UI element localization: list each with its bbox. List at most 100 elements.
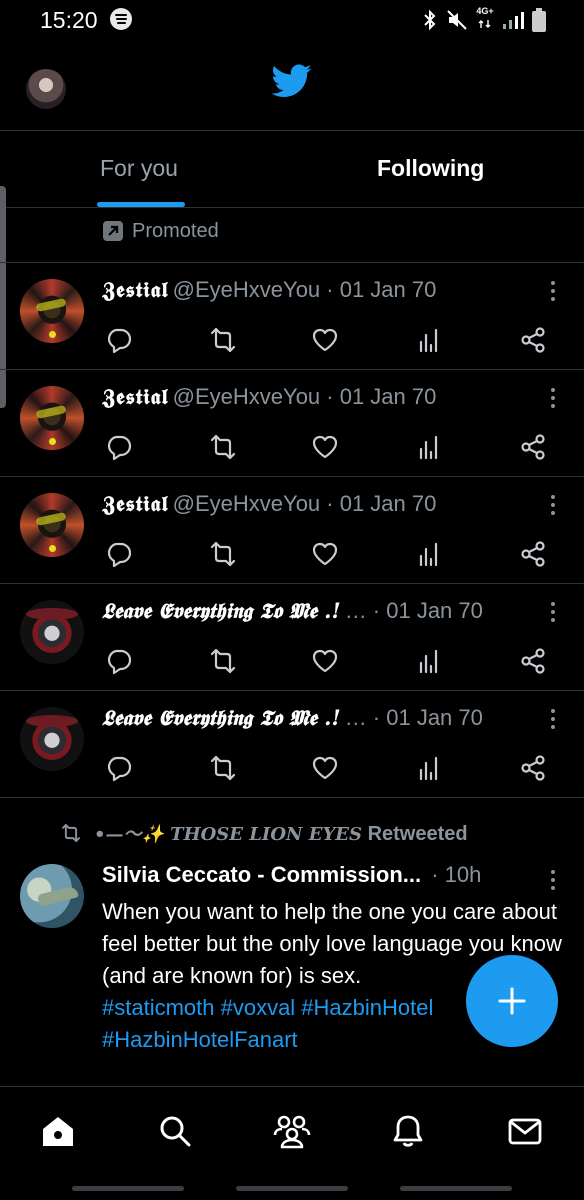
status-bar: 15:20 4G+ (0, 0, 584, 40)
network-type: 4G+ (476, 5, 494, 16)
tweet-avatar[interactable] (20, 279, 84, 343)
tweet-header: 𝕷𝖊𝖆𝖛𝖊 𝕰𝖛𝖊𝖗𝖞𝖙𝖍𝖎𝖓𝖌 𝕿𝖔 𝕸𝖊 .!… · 01 Jan 70 (102, 705, 536, 735)
more-options-icon[interactable] (550, 281, 556, 305)
reply-icon[interactable] (104, 753, 134, 783)
share-icon[interactable] (518, 646, 548, 676)
signal-icon (503, 12, 524, 29)
tweet-author-name[interactable]: 𝖅𝖊𝖘𝖙𝖎𝖆𝖑 (102, 491, 169, 516)
more-options-icon[interactable] (550, 388, 556, 412)
views-icon[interactable] (415, 325, 445, 355)
profile-avatar[interactable] (26, 69, 66, 109)
reply-icon[interactable] (104, 646, 134, 676)
data-arrows-icon (478, 19, 491, 28)
tab-following[interactable]: Following (377, 155, 484, 182)
like-icon[interactable] (310, 646, 340, 676)
network-indicator: 4G+ (476, 5, 494, 34)
retweet-icon[interactable] (206, 539, 240, 569)
views-icon[interactable] (415, 432, 445, 462)
more-options-icon[interactable] (550, 870, 556, 894)
tweet-item[interactable]: 𝖅𝖊𝖘𝖙𝖎𝖆𝖑 @EyeHxveYou · 01 Jan 70 (0, 476, 584, 583)
tweet-meta: @EyeHxveYou · 01 Jan 70 (172, 277, 437, 302)
tweet-author-name[interactable]: 𝕷𝖊𝖆𝖛𝖊 𝕰𝖛𝖊𝖗𝖞𝖙𝖍𝖎𝖓𝖌 𝕿𝖔 𝕸𝖊 .! (102, 705, 341, 730)
tweet-header: 𝕷𝖊𝖆𝖛𝖊 𝕰𝖛𝖊𝖗𝖞𝖙𝖍𝖎𝖓𝖌 𝕿𝖔 𝕸𝖊 .!… · 01 Jan 70 (102, 598, 536, 628)
mute-icon (447, 10, 467, 30)
compose-plus-icon (498, 987, 526, 1015)
tweet-meta: @EyeHxveYou · 01 Jan 70 (172, 384, 437, 409)
tweet-avatar[interactable] (20, 386, 84, 450)
retweet-icon[interactable] (206, 432, 240, 462)
tweet-avatar[interactable] (20, 864, 84, 928)
tweet-item[interactable]: 𝖅𝖊𝖘𝖙𝖎𝖆𝖑 @EyeHxveYou · 01 Jan 70 (0, 262, 584, 369)
like-icon[interactable] (310, 432, 340, 462)
status-time: 15:20 (40, 7, 98, 33)
tweet-meta: @EyeHxveYou · 01 Jan 70 (172, 491, 437, 516)
tweet-item[interactable]: 𝖅𝖊𝖘𝖙𝖎𝖆𝖑 @EyeHxveYou · 01 Jan 70 (0, 369, 584, 476)
tweet-item[interactable]: 𝕷𝖊𝖆𝖛𝖊 𝕰𝖛𝖊𝖗𝖞𝖙𝖍𝖎𝖓𝖌 𝕿𝖔 𝕸𝖊 .!… · 01 Jan 70 (0, 690, 584, 797)
tweet-actions (102, 432, 552, 462)
bluetooth-icon (424, 9, 436, 31)
tweet-header: Silvia Ceccato - Commission... · 10h (102, 862, 536, 892)
tweet-meta: … · 01 Jan 70 (344, 705, 483, 730)
status-icons: 4G+ (422, 5, 546, 34)
views-icon[interactable] (415, 646, 445, 676)
system-nav (0, 1174, 584, 1200)
views-icon[interactable] (415, 539, 445, 569)
tweet-header: 𝖅𝖊𝖘𝖙𝖎𝖆𝖑 @EyeHxveYou · 01 Jan 70 (102, 384, 536, 414)
messages-icon[interactable] (507, 1113, 543, 1149)
more-options-icon[interactable] (550, 602, 556, 626)
app-header (0, 40, 584, 130)
tweet-item[interactable]: 𝕷𝖊𝖆𝖛𝖊 𝕰𝖛𝖊𝖗𝖞𝖙𝖍𝖎𝖓𝖌 𝕿𝖔 𝕸𝖊 .!… · 01 Jan 70 (0, 583, 584, 690)
tweet-author-name[interactable]: 𝕷𝖊𝖆𝖛𝖊 𝕰𝖛𝖊𝖗𝖞𝖙𝖍𝖎𝖓𝖌 𝕿𝖔 𝕸𝖊 .! (102, 598, 341, 623)
timeline-tabs: For you Following (0, 130, 584, 208)
tweet-header: 𝖅𝖊𝖘𝖙𝖎𝖆𝖑 @EyeHxveYou · 01 Jan 70 (102, 491, 536, 521)
tweet-header: 𝖅𝖊𝖘𝖙𝖎𝖆𝖑 @EyeHxveYou · 01 Jan 70 (102, 277, 536, 307)
like-icon[interactable] (310, 325, 340, 355)
tweet-author-name[interactable]: Silvia Ceccato - Commission... (102, 862, 421, 887)
reply-icon[interactable] (104, 539, 134, 569)
compose-button[interactable] (466, 955, 558, 1047)
reply-icon[interactable] (104, 432, 134, 462)
views-icon[interactable] (415, 753, 445, 783)
tab-for-you[interactable]: For you (100, 155, 178, 182)
bottom-nav (0, 1086, 584, 1174)
tweet-actions (102, 646, 552, 676)
system-back-bar[interactable] (400, 1186, 512, 1191)
home-icon[interactable] (40, 1113, 76, 1149)
tweet-author-name[interactable]: 𝖅𝖊𝖘𝖙𝖎𝖆𝖑 (102, 384, 169, 409)
promoted-text: Promoted (132, 219, 219, 242)
search-icon[interactable] (157, 1113, 193, 1149)
tweet-time: · 10h (431, 862, 482, 887)
tweet-actions (102, 753, 552, 783)
more-options-icon[interactable] (550, 495, 556, 519)
retweet-icon[interactable] (206, 325, 240, 355)
tweet-avatar[interactable] (20, 707, 84, 771)
retweeted-label: Retweeted (367, 823, 468, 845)
tweet-actions (102, 539, 552, 569)
share-icon[interactable] (518, 432, 548, 462)
tweet-avatar[interactable] (20, 493, 84, 557)
share-icon[interactable] (518, 539, 548, 569)
more-options-icon[interactable] (550, 709, 556, 733)
share-icon[interactable] (518, 753, 548, 783)
communities-icon[interactable] (272, 1113, 312, 1149)
retweeted-by[interactable]: •—〜✨ THOSE LION EYES Retweeted (58, 820, 468, 846)
like-icon[interactable] (310, 753, 340, 783)
twitter-bird-icon[interactable] (272, 64, 312, 98)
promoted-icon (103, 221, 123, 241)
retweet-icon (61, 823, 81, 843)
tweet-actions (102, 325, 552, 355)
system-recents-bar[interactable] (72, 1186, 184, 1191)
tweet-author-name[interactable]: 𝖅𝖊𝖘𝖙𝖎𝖆𝖑 (102, 277, 169, 302)
share-icon[interactable] (518, 325, 548, 355)
tweet-meta: … · 01 Jan 70 (344, 598, 483, 623)
spotify-icon (110, 8, 132, 30)
reply-icon[interactable] (104, 325, 134, 355)
tweet-avatar[interactable] (20, 600, 84, 664)
promoted-label: Promoted (103, 216, 219, 246)
system-home-bar[interactable] (236, 1186, 348, 1191)
retweet-icon[interactable] (206, 753, 240, 783)
retweeter-name: •—〜✨ THOSE LION EYES (94, 824, 363, 845)
like-icon[interactable] (310, 539, 340, 569)
notifications-icon[interactable] (390, 1113, 426, 1149)
retweet-icon[interactable] (206, 646, 240, 676)
